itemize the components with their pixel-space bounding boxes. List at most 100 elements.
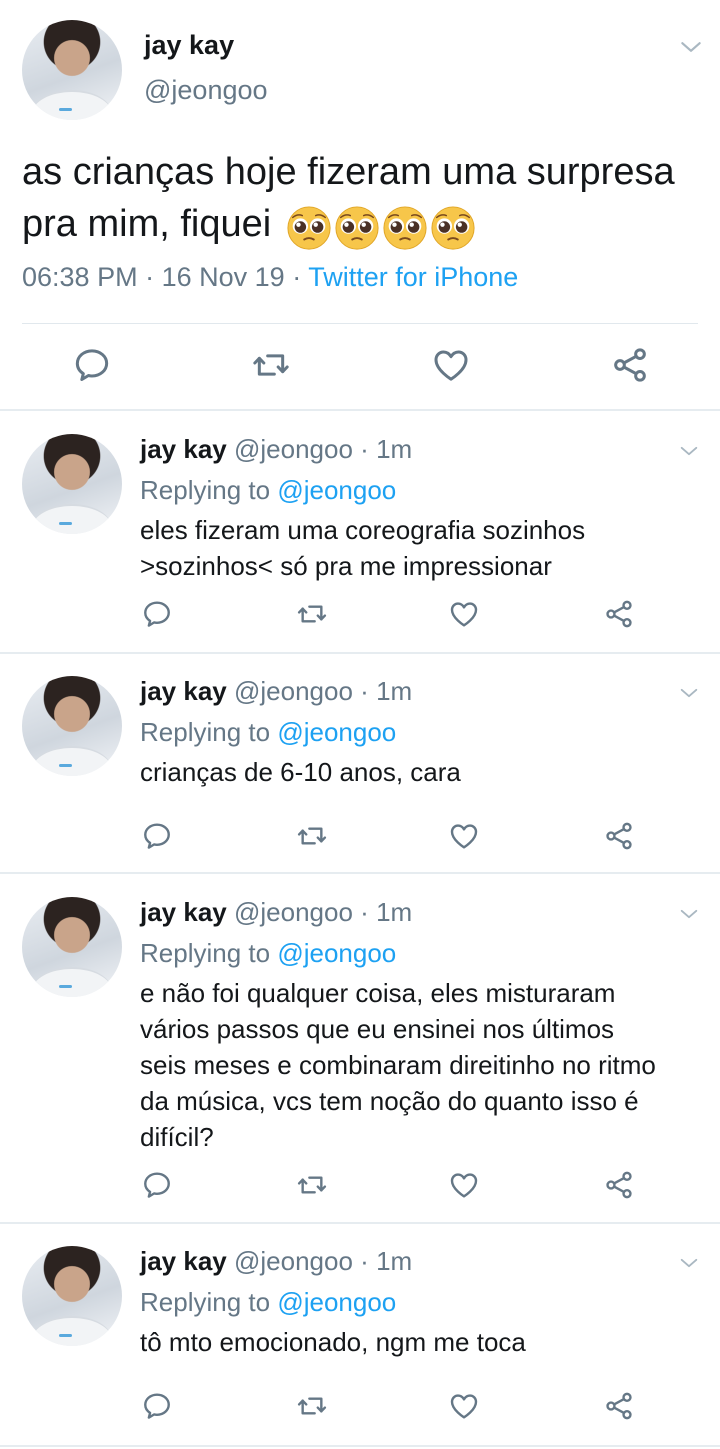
- tweet-actions: [0, 1390, 720, 1426]
- retweet-icon[interactable]: [296, 1169, 328, 1201]
- reply-tweet[interactable]: jay kay @jeongoo · 1m Replying to @jeong…: [0, 654, 720, 872]
- chevron-down-icon[interactable]: [678, 682, 700, 704]
- chevron-down-icon[interactable]: [678, 440, 700, 462]
- share-icon[interactable]: [603, 1169, 635, 1201]
- reply-icon[interactable]: [141, 1390, 173, 1422]
- tweet-line: vários passos que eu ensinei nos últimos: [140, 1014, 615, 1044]
- tweet-time-ago: 1m: [376, 676, 413, 706]
- tweet-actions: [0, 820, 720, 856]
- divider: [0, 409, 720, 411]
- tweet-source-link[interactable]: Twitter for iPhone: [308, 262, 518, 292]
- share-icon[interactable]: [603, 820, 635, 852]
- author-name[interactable]: jay kay: [140, 1246, 227, 1276]
- share-icon[interactable]: [603, 598, 635, 630]
- replying-to-label: Replying to: [140, 1287, 271, 1317]
- pleading-face-icon: [382, 205, 428, 251]
- avatar[interactable]: [22, 676, 122, 776]
- replying-to-label: Replying to: [140, 475, 271, 505]
- reply-icon[interactable]: [141, 820, 173, 852]
- reply-tweet[interactable]: jay kay @jeongoo · 1m Replying to @jeong…: [0, 412, 720, 652]
- tweet-meta: 06:38 PM · 16 Nov 19 · Twitter for iPhon…: [22, 262, 518, 293]
- author-handle[interactable]: @jeongoo: [144, 75, 268, 106]
- tweet-date: 16 Nov 19: [161, 262, 285, 292]
- tweet-time-ago: 1m: [376, 897, 413, 927]
- avatar[interactable]: [22, 897, 122, 997]
- tweet-actions: [0, 1169, 720, 1205]
- tweet-line: da música, vcs tem noção do quanto isso …: [140, 1086, 639, 1116]
- share-icon[interactable]: [610, 345, 650, 385]
- chevron-down-icon[interactable]: [678, 1252, 700, 1274]
- author-name[interactable]: jay kay: [140, 434, 227, 464]
- reply-header: jay kay @jeongoo · 1m: [140, 434, 412, 465]
- avatar[interactable]: [22, 434, 122, 534]
- tweet-text: crianças de 6-10 anos, cara: [140, 754, 706, 790]
- author-name[interactable]: jay kay: [144, 30, 234, 61]
- author-handle[interactable]: @jeongoo: [234, 434, 353, 464]
- divider: [22, 323, 698, 324]
- like-icon[interactable]: [448, 598, 480, 630]
- tweet-text: eles fizeram uma coreografia sozinhos >s…: [140, 512, 706, 584]
- divider: [0, 1445, 720, 1447]
- chevron-down-icon[interactable]: [678, 903, 700, 925]
- tweet-line: eles fizeram uma coreografia sozinhos: [140, 515, 586, 545]
- meta-dot: ·: [145, 262, 155, 292]
- pleading-face-icon: [286, 205, 332, 251]
- replying-to: Replying to @jeongoo: [140, 717, 396, 748]
- mention-link[interactable]: @jeongoo: [277, 1287, 396, 1317]
- mention-link[interactable]: @jeongoo: [277, 717, 396, 747]
- like-icon[interactable]: [431, 345, 471, 385]
- tweet-line: e não foi qualquer coisa, eles misturara…: [140, 978, 616, 1008]
- divider: [0, 872, 720, 874]
- reply-header: jay kay @jeongoo · 1m: [140, 1246, 412, 1277]
- tweet-line: >sozinhos< só pra me impressionar: [140, 551, 552, 581]
- tweet-text: tô mto emocionado, ngm me toca: [140, 1324, 706, 1360]
- reply-tweet[interactable]: jay kay @jeongoo · 1m Replying to @jeong…: [0, 1224, 720, 1444]
- meta-dot: ·: [360, 434, 369, 464]
- tweet-line: tô mto emocionado, ngm me toca: [140, 1327, 526, 1357]
- author-name[interactable]: jay kay: [140, 897, 227, 927]
- author-name[interactable]: jay kay: [140, 676, 227, 706]
- author-handle[interactable]: @jeongoo: [234, 897, 353, 927]
- like-icon[interactable]: [448, 820, 480, 852]
- tweet-actions: [0, 598, 720, 634]
- avatar[interactable]: [22, 20, 122, 120]
- tweet-line: difícil?: [140, 1122, 214, 1152]
- reply-header: jay kay @jeongoo · 1m: [140, 676, 412, 707]
- replying-to-label: Replying to: [140, 717, 271, 747]
- pleading-face-icon: [430, 205, 476, 251]
- mention-link[interactable]: @jeongoo: [277, 475, 396, 505]
- retweet-icon[interactable]: [296, 1390, 328, 1422]
- reply-icon[interactable]: [141, 598, 173, 630]
- reply-icon[interactable]: [141, 1169, 173, 1201]
- chevron-down-icon[interactable]: [678, 34, 704, 60]
- meta-dot: ·: [360, 1246, 369, 1276]
- tweet-time-ago: 1m: [376, 1246, 413, 1276]
- tweet-time-ago: 1m: [376, 434, 413, 464]
- retweet-icon[interactable]: [251, 345, 291, 385]
- tweet-actions: [0, 345, 720, 389]
- share-icon[interactable]: [603, 1390, 635, 1422]
- meta-dot: ·: [360, 676, 369, 706]
- replying-to: Replying to @jeongoo: [140, 1287, 396, 1318]
- tweet-text: as crianças hoje fizeram uma surpresa pr…: [22, 146, 702, 252]
- tweet-time: 06:38 PM: [22, 262, 138, 292]
- tweet-line: crianças de 6-10 anos, cara: [140, 757, 461, 787]
- replying-to-label: Replying to: [140, 938, 271, 968]
- author-handle[interactable]: @jeongoo: [234, 1246, 353, 1276]
- retweet-icon[interactable]: [296, 820, 328, 852]
- retweet-icon[interactable]: [296, 598, 328, 630]
- reply-tweet[interactable]: jay kay @jeongoo · 1m Replying to @jeong…: [0, 875, 720, 1222]
- reply-header: jay kay @jeongoo · 1m: [140, 897, 412, 928]
- tweet-text: e não foi qualquer coisa, eles misturara…: [140, 975, 706, 1155]
- meta-dot: ·: [292, 262, 302, 292]
- like-icon[interactable]: [448, 1390, 480, 1422]
- author-handle[interactable]: @jeongoo: [234, 676, 353, 706]
- replying-to: Replying to @jeongoo: [140, 475, 396, 506]
- reply-icon[interactable]: [72, 345, 112, 385]
- pleading-face-icon: [334, 205, 380, 251]
- mention-link[interactable]: @jeongoo: [277, 938, 396, 968]
- meta-dot: ·: [360, 897, 369, 927]
- like-icon[interactable]: [448, 1169, 480, 1201]
- replying-to: Replying to @jeongoo: [140, 938, 396, 969]
- avatar[interactable]: [22, 1246, 122, 1346]
